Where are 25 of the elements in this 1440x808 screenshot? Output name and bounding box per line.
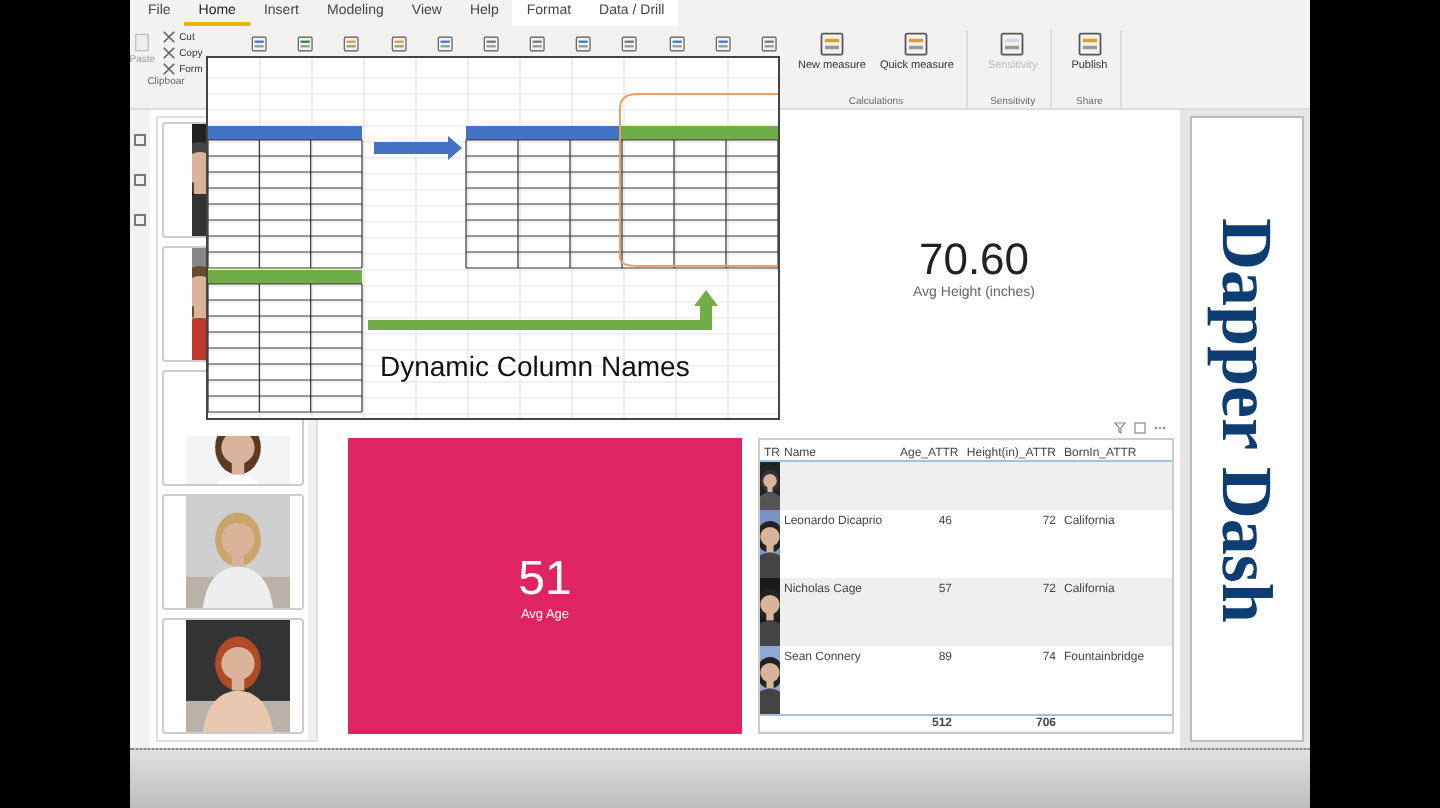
toolbar-icon[interactable] <box>902 30 931 58</box>
toolbar-icon[interactable] <box>296 30 315 58</box>
toolbar-icon[interactable] <box>817 30 846 58</box>
view-icon[interactable] <box>134 134 146 146</box>
toolbar-icon[interactable] <box>620 30 640 58</box>
report-title: Dapper Dash <box>1211 218 1283 627</box>
toolbar-icon[interactable] <box>528 30 547 58</box>
view-icon[interactable] <box>134 174 146 186</box>
toolbar-icon[interactable] <box>435 30 454 58</box>
toolbar-icon[interactable] <box>713 30 732 58</box>
filter-icon[interactable] <box>1114 422 1126 434</box>
toolbar-icon[interactable] <box>574 30 593 58</box>
toolbar-icon[interactable] <box>250 30 269 58</box>
toolbar-icon[interactable] <box>342 30 362 58</box>
card-value: 51 <box>518 551 572 607</box>
toolbar-icon[interactable] <box>759 30 779 58</box>
toolbar-icon[interactable] <box>389 30 408 58</box>
inset-caption: Dynamic Column Names <box>380 350 690 382</box>
toolbar-icon[interactable] <box>481 30 501 58</box>
toolbar-icon[interactable] <box>1075 30 1104 58</box>
focus-icon[interactable] <box>1134 422 1146 434</box>
view-icon[interactable] <box>134 214 146 226</box>
card-value: 70.60 <box>918 234 1030 285</box>
toolbar-icon[interactable] <box>667 30 686 58</box>
more-icon[interactable] <box>1154 422 1166 434</box>
